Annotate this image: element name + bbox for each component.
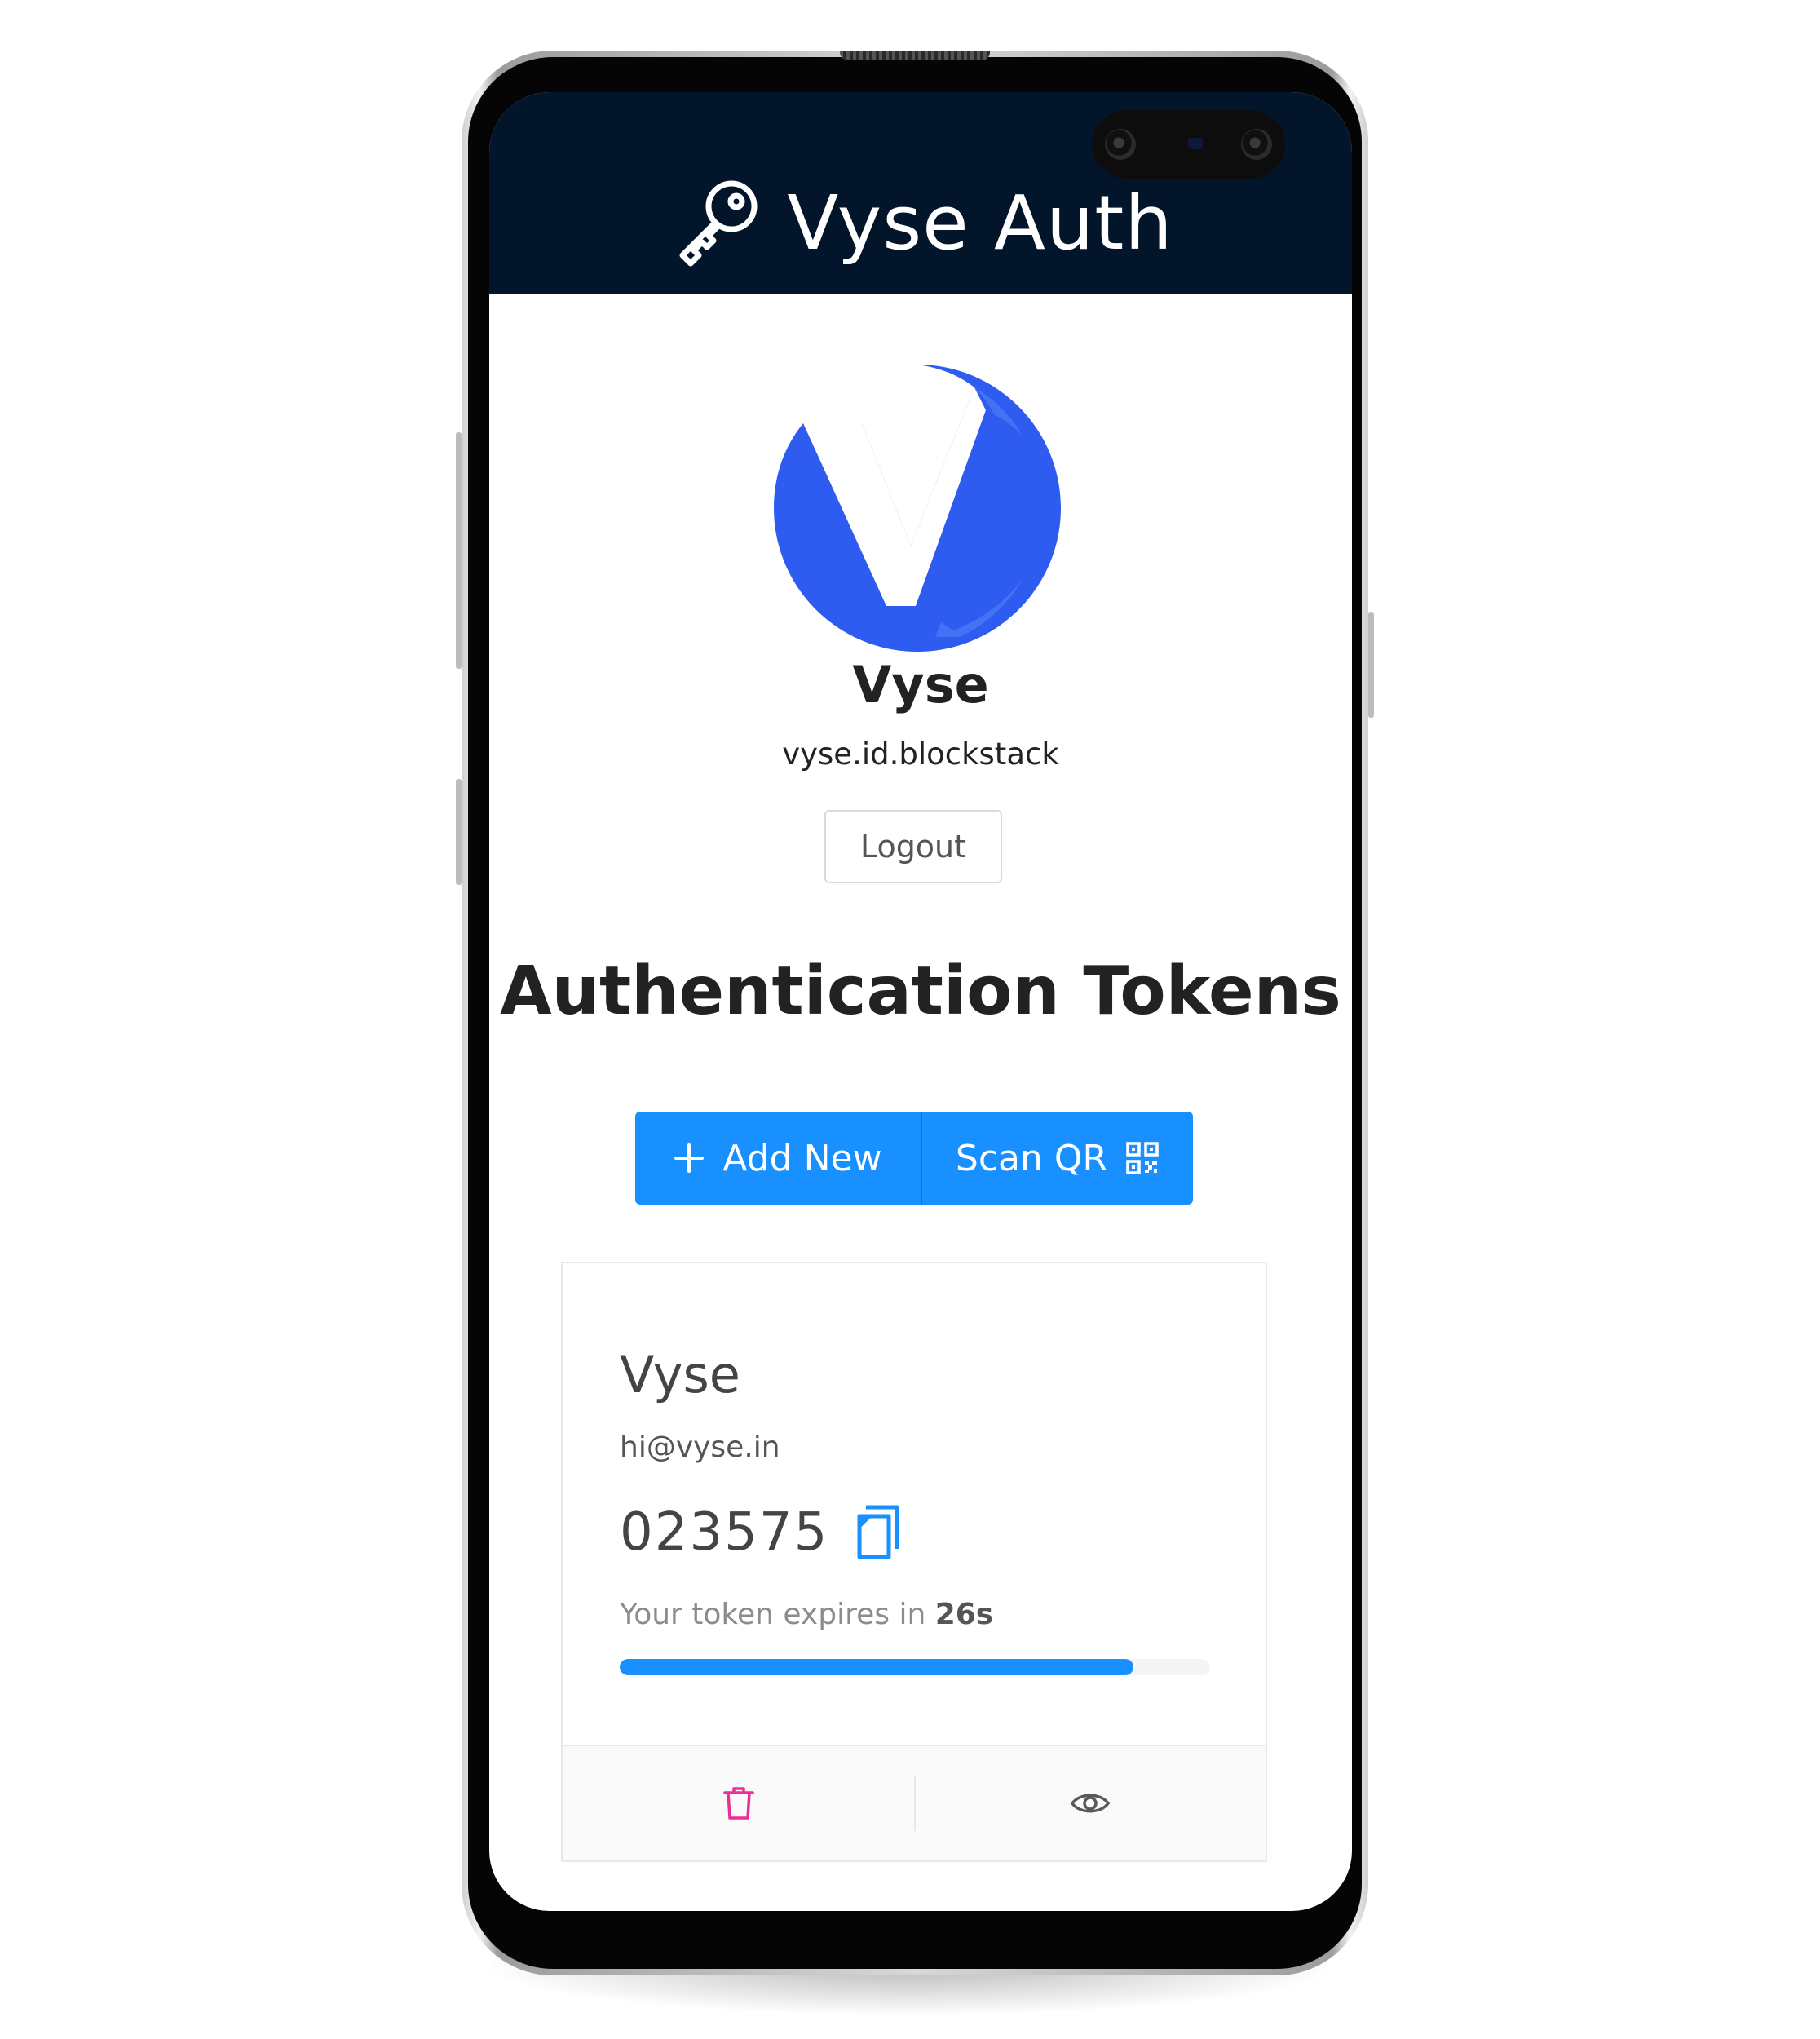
earpiece-grille <box>840 51 990 60</box>
token-expiry-prefix: Your token expires in <box>620 1598 935 1631</box>
token-expiry-value: 26s <box>934 1598 994 1631</box>
camera-cutout <box>1092 110 1285 179</box>
copy-icon[interactable] <box>856 1505 902 1560</box>
token-issuer: Vyse <box>620 1345 740 1404</box>
token-card-actions <box>563 1745 1266 1860</box>
scan-qr-label: Scan QR <box>955 1137 1108 1179</box>
power-button <box>1368 612 1374 718</box>
token-progress-bar <box>620 1659 1210 1675</box>
token-code: 023575 <box>620 1502 829 1563</box>
add-new-button[interactable]: Add New <box>635 1112 922 1205</box>
qr-code-icon <box>1126 1142 1159 1174</box>
vyse-logo <box>774 365 1061 652</box>
section-heading: Authentication Tokens <box>500 953 1341 1030</box>
logout-button[interactable]: Logout <box>824 810 1002 883</box>
view-token-button[interactable] <box>914 1746 1266 1860</box>
token-account: hi@vyse.in <box>620 1431 780 1464</box>
bixby-button <box>456 779 462 885</box>
add-new-label: Add New <box>722 1137 882 1179</box>
token-action-group: Add New Scan QR <box>635 1112 1193 1205</box>
key-icon <box>679 180 758 267</box>
profile-name: Vyse <box>852 655 989 714</box>
front-camera-lens <box>1105 129 1136 160</box>
front-camera-lens-2 <box>1241 129 1272 160</box>
app-title: Vyse Auth <box>787 179 1173 267</box>
app-brand: Vyse Auth <box>489 174 1352 272</box>
token-progress-fill <box>620 1659 1133 1675</box>
camera-sensor <box>1188 138 1203 149</box>
app-bar: Vyse Auth <box>489 92 1352 294</box>
delete-token-button[interactable] <box>563 1746 914 1860</box>
profile-id: vyse.id.blockstack <box>782 736 1059 772</box>
token-card: Vyse hi@vyse.in 023575 Your token expire… <box>561 1262 1267 1862</box>
token-expiry: Your token expires in 26s <box>620 1598 993 1631</box>
trash-icon <box>722 1787 754 1820</box>
token-code-row: 023575 <box>620 1500 902 1565</box>
scan-qr-button[interactable]: Scan QR <box>922 1112 1193 1205</box>
screen: Vyse Auth Vyse vyse.id.blockstack Logout… <box>489 92 1352 1911</box>
plus-icon <box>674 1143 705 1173</box>
eye-icon <box>1070 1794 1110 1813</box>
volume-button <box>456 432 462 669</box>
